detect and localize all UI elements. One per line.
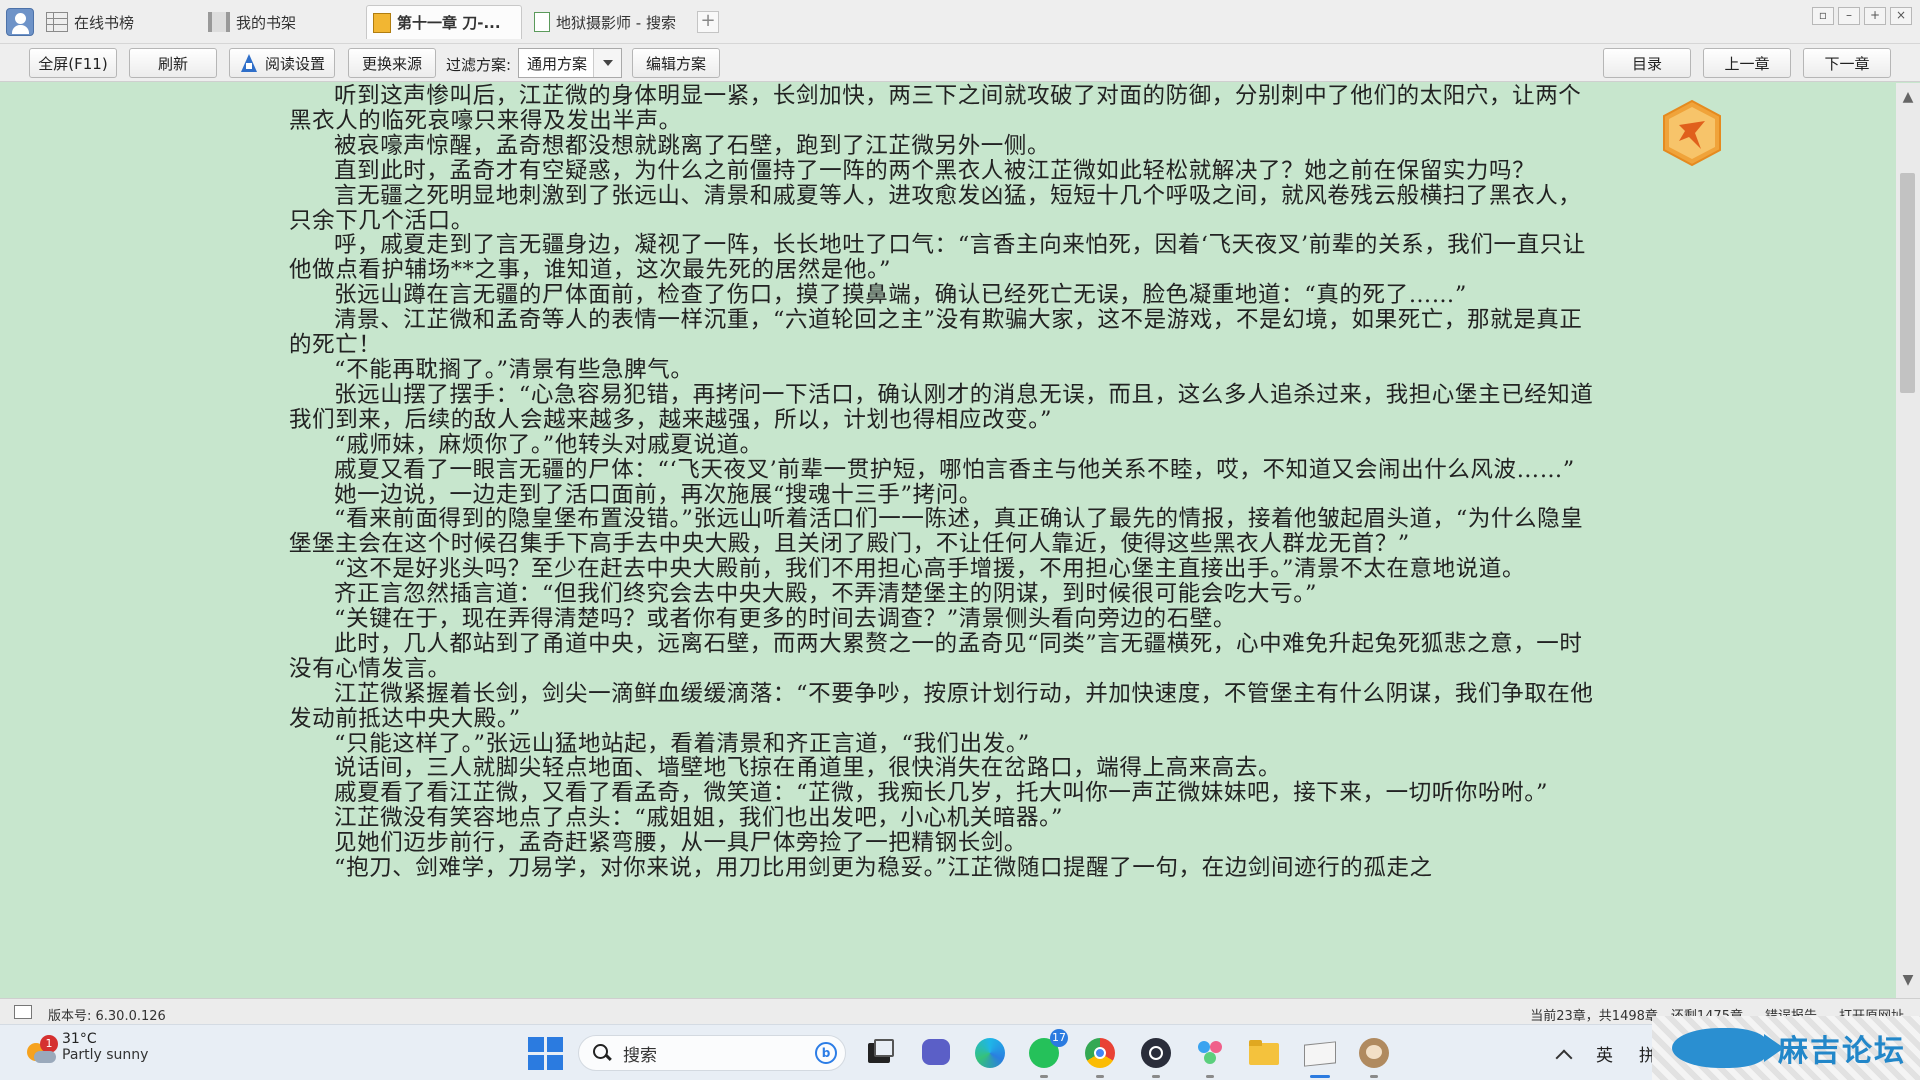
watermark-text: 麻吉论坛 [1778, 1034, 1906, 1069]
whatsapp-icon[interactable]: 17 [1026, 1029, 1068, 1078]
filter-scheme-select[interactable]: 通用方案 [518, 48, 622, 78]
next-chapter-button[interactable]: 下一章 [1803, 48, 1891, 78]
windows-taskbar: 1 31°C Partly sunny 搜索 b 17 英 拼 [0, 1024, 1920, 1080]
tab-label: 在线书榜 [74, 13, 135, 32]
search-icon [593, 1044, 611, 1062]
filter-scheme-value: 通用方案 [527, 54, 588, 73]
paragraph: “看来前面得到的隐皇堡布置没错。”张远山听着活口们一一陈述，真正确认了最先的情报… [289, 506, 1584, 558]
paragraph: 江芷微没有笑容地点了点头：“戚姐姐，我们也出发吧，小心机关暗器。” [334, 805, 1064, 832]
version-text: 版本号: 6.30.0.126 [48, 1009, 166, 1024]
status-bar: 版本号: 6.30.0.126 当前23章，共1498章，还剩1475章 错误报… [0, 998, 1920, 1024]
paragraph: 说话间，三人就脚尖轻点地面、墙壁地飞掠在甬道里，很快消失在岔路口，端得上高来高去… [334, 755, 1282, 782]
paragraph: “戚师妹，麻烦你了。”他转头对戚夏说道。 [334, 431, 763, 458]
partly-sunny-icon: 1 [24, 1035, 58, 1067]
paragraph: “关键在于，现在弄得清楚吗？或者你有更多的时间去调查？”清景侧头看向旁边的石壁。 [334, 606, 1237, 633]
edit-scheme-button[interactable]: 编辑方案 [632, 48, 720, 78]
page-icon [534, 12, 550, 32]
filter-label: 过滤方案: [446, 56, 512, 74]
weather-widget[interactable]: 1 31°C Partly sunny [24, 1031, 148, 1067]
weather-temp: 31°C [62, 1031, 97, 1047]
paragraph: “抱刀、剑难学，刀易学，对你来说，用刀比用剑更为稳妥。”江芷微随口提醒了一句，在… [334, 855, 1433, 882]
user-avatar-icon[interactable] [6, 8, 34, 36]
tab-label: 第十一章 刀-... [397, 14, 501, 32]
paragraph: 被哀嚎声惊醒，孟奇想都没想就跳离了石壁，跑到了江芷微另外一侧。 [334, 132, 1051, 159]
tab-my-bookshelf[interactable]: 我的书架 [202, 6, 302, 38]
weather-desc: Partly sunny [62, 1047, 149, 1063]
panel-toggle-icon[interactable] [14, 1005, 32, 1019]
obs-icon[interactable] [1138, 1035, 1174, 1078]
tab-online-rankings[interactable]: 在线书榜 [40, 6, 140, 38]
file-explorer-icon[interactable] [1246, 1035, 1282, 1071]
prev-chapter-button[interactable]: 上一章 [1703, 48, 1791, 78]
paragraph: 言无疆之死明显地刺激到了张远山、清景和戚夏等人，进攻愈发凶猛，短短十几个呼吸之间… [289, 182, 1582, 234]
vertical-scrollbar[interactable]: ▲ ▼ [1896, 83, 1920, 998]
minimize-icon[interactable]: – [1838, 7, 1860, 25]
bookshelf-icon [208, 12, 230, 32]
teams-chat-icon[interactable] [918, 1035, 954, 1071]
reading-settings-label: 阅读设置 [264, 54, 325, 73]
paragraph: 张远山蹲在言无疆的尸体面前，检查了伤口，摸了摸鼻端，确认已经死亡无误，脸色凝重地… [334, 282, 1468, 309]
whatsapp-badge: 17 [1050, 1029, 1068, 1047]
change-source-button[interactable]: 更换来源 [348, 48, 436, 78]
tab-label: 我的书架 [236, 13, 297, 32]
grid-list-icon [46, 12, 68, 32]
reading-settings-button[interactable]: 阅读设置 [229, 48, 335, 78]
paragraph: 她一边说，一边走到了活口面前，再次施展“搜魂十三手”拷问。 [334, 481, 982, 508]
photos-icon[interactable] [1192, 1035, 1228, 1078]
paragraph: “只能这样了。”张远山猛地站起，看着清景和齐正言道，“我们出发。” [334, 730, 1030, 757]
book-reader-app-icon[interactable] [1302, 1035, 1338, 1078]
paragraph: 直到此时，孟奇才有空疑惑，为什么之前僵持了一阵的两个黑衣人被江芷微如此轻松就解决… [334, 157, 1536, 184]
paragraph: 见她们迈步前行，孟奇赶紧弯腰，从一具尸体旁捡了一把精钢长剑。 [334, 830, 1028, 857]
paragraph: 呼，戚夏走到了言无疆身边，凝视了一阵，长长地吐了口气：“言香主向来怕死，因着‘飞… [289, 232, 1586, 284]
weather-badge: 1 [40, 1035, 58, 1053]
search-placeholder: 搜索 [623, 1045, 657, 1066]
reading-pane[interactable]: 听到这声惨叫后，江芷微的身体明显一紧，长剑加快，两三下之间就攻破了对面的防御，分… [8, 83, 1896, 998]
paragraph: “这不是好兆头吗？至少在赶去中央大殿前，我们不用担心高手增援，不用担心堡主直接出… [334, 556, 1526, 583]
bing-icon[interactable]: b [815, 1042, 837, 1064]
chrome-icon[interactable] [1082, 1035, 1118, 1078]
avatar-app-icon[interactable] [1356, 1035, 1392, 1078]
paragraph: 戚夏看了看江芷微，又看了看孟奇，微笑道：“芷微，我痴长几岁，托大叫你一声芷微妹妹… [334, 780, 1549, 807]
paragraph: “不能再耽搁了。”清景有些急脾气。 [334, 356, 694, 383]
ime-indicator[interactable]: 英 [1596, 1041, 1613, 1066]
scroll-up-icon[interactable]: ▲ [1896, 89, 1920, 111]
scroll-thumb[interactable] [1900, 173, 1915, 393]
task-view-icon[interactable] [862, 1035, 898, 1071]
chevron-down-icon[interactable] [593, 49, 621, 77]
close-icon[interactable]: × [1890, 7, 1912, 25]
paragraph: 张远山摆了摆手：“心急容易犯错，再拷问一下活口，确认刚才的消息无误，而且，这么多… [289, 381, 1594, 433]
paragraph: 戚夏又看了一眼言无疆的尸体：“‘飞天夜叉’前辈一贯护短，哪怕言香主与他关系不睦，… [334, 456, 1575, 483]
chevron-up-icon[interactable] [1555, 1049, 1573, 1066]
chapter-text: 听到这声惨叫后，江芷微的身体明显一紧，长剑加快，两三下之间就攻破了对面的防御，分… [289, 84, 1597, 881]
fullscreen-button[interactable]: 全屏(F11) [29, 48, 117, 78]
paragraph: 齐正言忽然插言道：“但我们终究会去中央大殿，不弄清楚堡主的阴谋，到时候很可能会吃… [334, 581, 1318, 608]
new-tab-button[interactable]: + [697, 11, 719, 33]
windows-start-icon[interactable] [526, 1035, 563, 1071]
refresh-button[interactable]: 刷新 [129, 48, 217, 78]
scroll-down-icon[interactable]: ▼ [1896, 972, 1920, 994]
toc-button[interactable]: 目录 [1603, 48, 1691, 78]
tab-label: 地狱摄影师 - 搜索 [556, 13, 676, 32]
forum-watermark: 麻吉论坛 [1652, 1016, 1920, 1080]
restore-icon[interactable]: ▫ [1812, 7, 1834, 25]
system-tray: 英 拼 [1555, 1041, 1656, 1066]
tab-search[interactable]: 地狱摄影师 - 搜索 [528, 6, 682, 38]
edge-browser-icon[interactable] [972, 1035, 1008, 1071]
maximize-icon[interactable]: + [1864, 7, 1886, 25]
paragraph: 江芷微紧握着长剑，剑尖一滴鲜血缓缓滴落：“不要争吵，按原计划行动，并加快速度，不… [289, 680, 1594, 732]
bird-badge-icon[interactable] [1661, 99, 1723, 167]
taskbar-search[interactable]: 搜索 b [578, 1035, 846, 1071]
title-bar: 在线书榜 我的书架 第十一章 刀-... 地狱摄影师 - 搜索 + ▫ – + … [0, 0, 1920, 44]
paragraph: 此时，几人都站到了甬道中央，远离石壁，而两大累赘之一的孟奇见“同类”言无疆横死，… [289, 630, 1583, 682]
fish-logo-icon [1672, 1028, 1784, 1068]
paragraph: 清景、江芷微和孟奇等人的表情一样沉重，“六道轮回之主”没有欺骗大家，这不是游戏，… [289, 307, 1583, 359]
tab-current-chapter[interactable]: 第十一章 刀-... [366, 5, 522, 39]
font-a-icon [239, 53, 259, 73]
book-icon [373, 12, 391, 33]
toolbar: 全屏(F11) 刷新 阅读设置 更换来源 过滤方案: 通用方案 编辑方案 目录 … [0, 44, 1920, 82]
paragraph: 听到这声惨叫后，江芷微的身体明显一紧，长剑加快，两三下之间就攻破了对面的防御，分… [289, 83, 1582, 134]
